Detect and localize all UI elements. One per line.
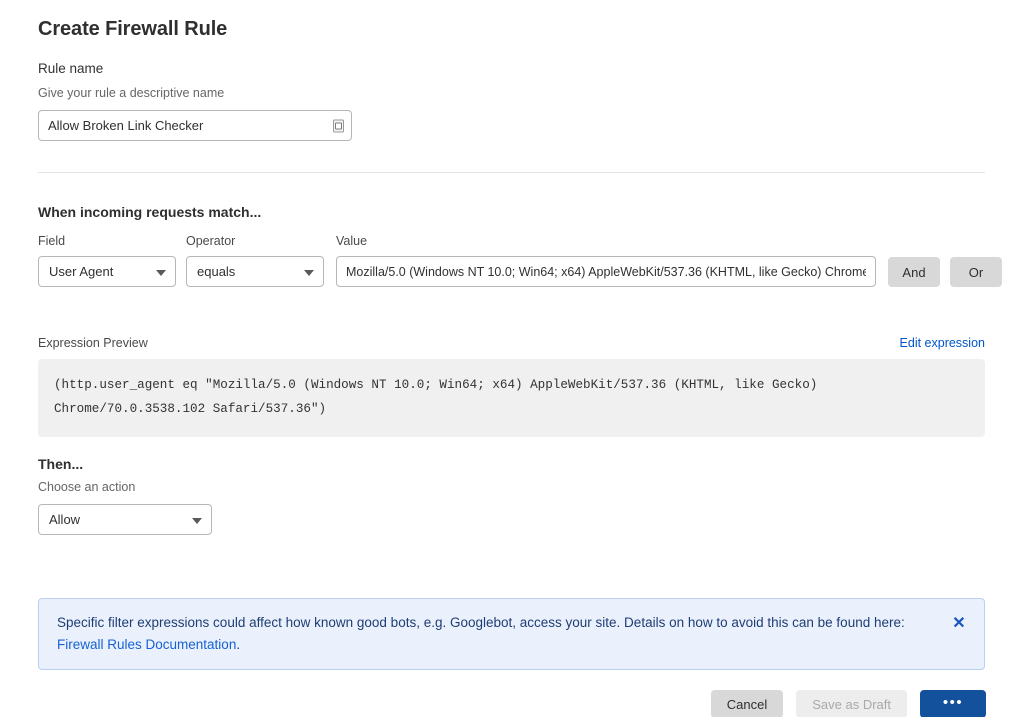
info-banner-text-tail: . bbox=[236, 637, 241, 652]
condition-row: Field User Agent Operator equals Value A… bbox=[38, 234, 1002, 287]
close-icon[interactable]: ✕ bbox=[950, 615, 968, 633]
edit-expression-link[interactable]: Edit expression bbox=[900, 336, 985, 350]
operator-column-label: Operator bbox=[186, 234, 236, 248]
section-divider bbox=[38, 172, 985, 173]
field-column: Field User Agent bbox=[38, 234, 176, 287]
cancel-button[interactable]: Cancel bbox=[710, 690, 784, 717]
value-input[interactable] bbox=[336, 256, 876, 287]
action-hint: Choose an action bbox=[38, 480, 136, 494]
chevron-down-icon bbox=[192, 517, 202, 524]
rule-name-input-wrapper[interactable] bbox=[38, 110, 352, 141]
or-button[interactable]: Or bbox=[950, 257, 1002, 287]
action-select-value: Allow bbox=[49, 512, 81, 527]
info-banner-text-lead: Specific filter expressions could affect… bbox=[57, 615, 905, 630]
expression-preview-text: (http.user_agent eq "Mozilla/5.0 (Window… bbox=[38, 359, 985, 437]
deploy-button[interactable]: ••• bbox=[920, 690, 986, 717]
operator-select-value: equals bbox=[197, 264, 236, 279]
chevron-down-icon bbox=[156, 269, 166, 276]
then-section-heading: Then... bbox=[38, 456, 84, 472]
match-section-heading: When incoming requests match... bbox=[38, 204, 262, 220]
and-button[interactable]: And bbox=[888, 257, 940, 287]
page-title: Create Firewall Rule bbox=[38, 18, 228, 40]
save-as-draft-button[interactable]: Save as Draft bbox=[796, 690, 907, 717]
create-firewall-rule-page: Create Firewall Rule Rule name Give your… bbox=[0, 0, 1024, 717]
action-section: Then... Choose an action Allow bbox=[38, 456, 212, 535]
match-conditions-section: When incoming requests match... Field Us… bbox=[38, 204, 1002, 287]
rule-name-hint: Give your rule a descriptive name bbox=[38, 86, 225, 100]
expression-preview-section: Expression Preview Edit expression (http… bbox=[38, 336, 985, 437]
field-select-value: User Agent bbox=[49, 264, 114, 279]
operator-column: Operator equals bbox=[186, 234, 324, 287]
rule-name-label: Rule name bbox=[38, 61, 104, 76]
value-column-label: Value bbox=[336, 234, 368, 248]
field-column-label: Field bbox=[38, 234, 66, 248]
info-banner-text: Specific filter expressions could affect… bbox=[57, 612, 950, 656]
action-select[interactable]: Allow bbox=[38, 504, 212, 535]
operator-select[interactable]: equals bbox=[186, 256, 324, 287]
rule-name-section: Rule name Give your rule a descriptive n… bbox=[38, 60, 352, 141]
value-column: Value bbox=[336, 234, 876, 287]
form-autofill-icon[interactable] bbox=[333, 119, 344, 132]
firewall-rules-documentation-link[interactable]: Firewall Rules Documentation bbox=[57, 637, 236, 652]
info-banner: Specific filter expressions could affect… bbox=[38, 598, 985, 670]
rule-name-input[interactable] bbox=[39, 111, 351, 140]
footer-actions: Cancel Save as Draft ••• bbox=[710, 690, 986, 717]
expression-preview-label: Expression Preview bbox=[38, 336, 148, 350]
field-select[interactable]: User Agent bbox=[38, 256, 176, 287]
expression-preview-header: Expression Preview Edit expression bbox=[38, 336, 985, 350]
chevron-down-icon bbox=[304, 269, 314, 276]
